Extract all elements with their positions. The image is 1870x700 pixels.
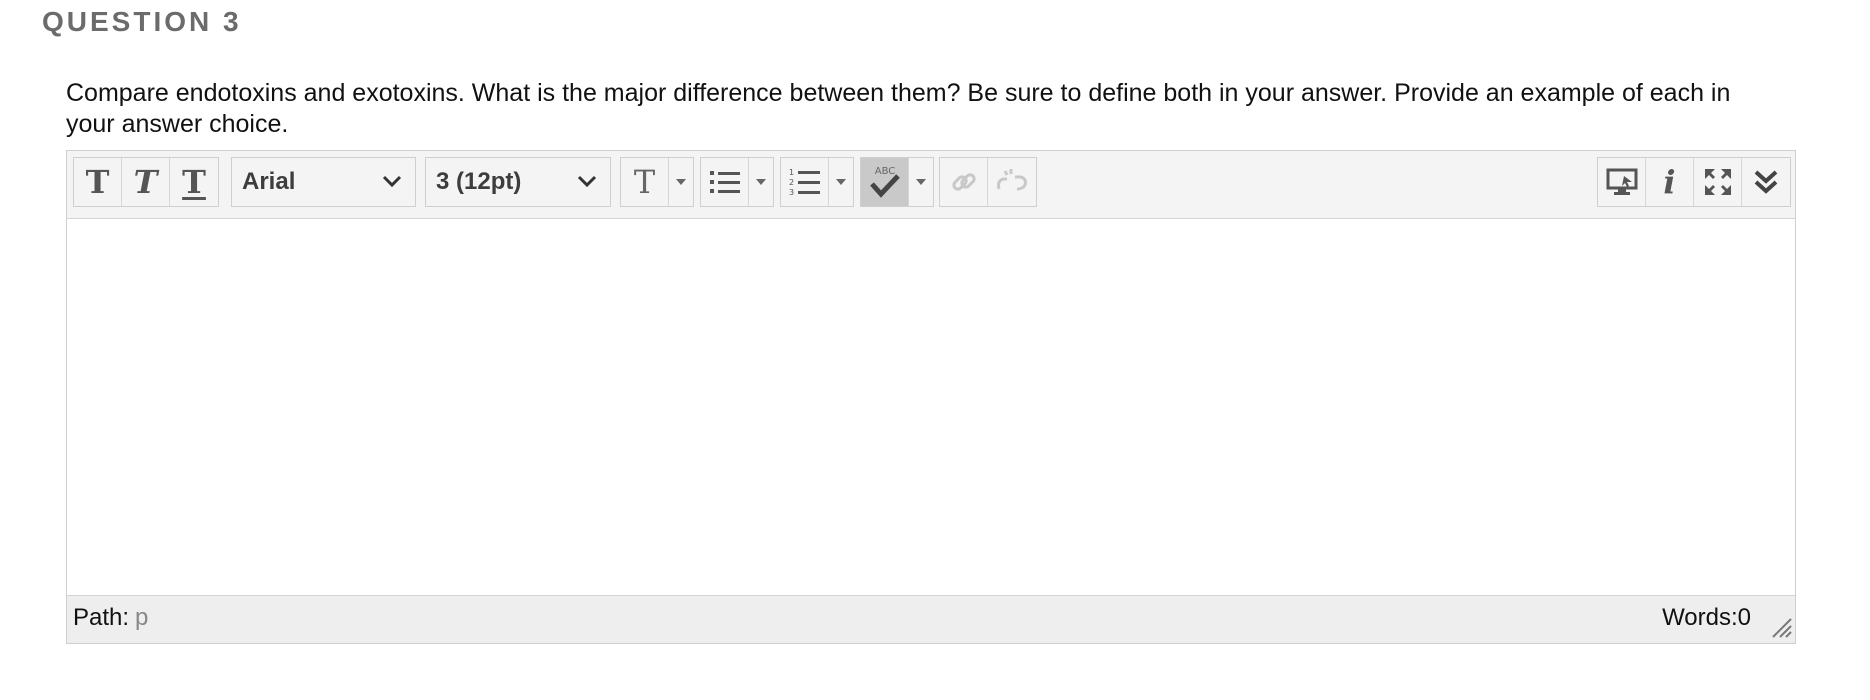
- path-label: Path:: [73, 604, 130, 631]
- italic-button[interactable]: T: [122, 158, 170, 206]
- info-button[interactable]: i: [1646, 158, 1694, 206]
- question-prompt: Compare endotoxins and exotoxins. What i…: [66, 79, 1731, 138]
- text-color-button[interactable]: T: [621, 158, 669, 206]
- path-element-p[interactable]: p: [135, 604, 148, 631]
- font-family-value: Arial: [242, 168, 296, 195]
- unlink-button[interactable]: [988, 158, 1036, 206]
- text-color-dropdown[interactable]: [669, 158, 693, 206]
- font-size-value: 3 (12pt): [436, 168, 522, 195]
- numbered-list-button[interactable]: 1 2 3: [781, 158, 829, 206]
- font-family-select[interactable]: Arial: [231, 157, 416, 207]
- rich-text-editor: T T T Arial 3 (12pt) T 1 2 3 ABC i Path:…: [66, 150, 1796, 644]
- bold-button[interactable]: T: [74, 158, 122, 206]
- editor-content-area[interactable]: [67, 219, 1795, 597]
- numbered-list-group: 1 2 3: [780, 157, 854, 207]
- underline-button[interactable]: T: [170, 158, 218, 206]
- spellcheck-dropdown[interactable]: [909, 158, 933, 206]
- text-color-group: T: [620, 157, 694, 207]
- preview-button[interactable]: [1598, 158, 1646, 206]
- numbered-list-dropdown[interactable]: [829, 158, 853, 206]
- editor-toolbar: T T T Arial 3 (12pt) T 1 2 3 ABC i: [67, 151, 1795, 219]
- caret-down-icon: [676, 179, 686, 185]
- bullet-list-dropdown[interactable]: [749, 158, 773, 206]
- svg-text:3: 3: [789, 188, 794, 197]
- resize-grip-icon[interactable]: [1769, 615, 1793, 639]
- svg-text:1: 1: [789, 168, 794, 177]
- question-header: QUESTION 3: [42, 6, 242, 37]
- double-chevron-down-icon: [1754, 170, 1778, 194]
- svg-text:2: 2: [789, 178, 794, 187]
- preview-icon: [1606, 168, 1637, 195]
- insert-link-button[interactable]: [940, 158, 988, 206]
- path-indicator: Path: p: [73, 604, 148, 632]
- fullscreen-icon: [1704, 169, 1731, 195]
- fullscreen-button[interactable]: [1694, 158, 1742, 206]
- italic-icon: T: [133, 163, 158, 201]
- info-icon: i: [1663, 163, 1676, 201]
- page: QUESTION 3 Compare endotoxins and exotox…: [0, 0, 1870, 700]
- expand-toolbar-button[interactable]: [1742, 158, 1790, 206]
- editor-statusbar: Path: p Words:0: [67, 595, 1795, 643]
- chevron-down-icon: [577, 175, 597, 188]
- caret-down-icon: [756, 179, 766, 185]
- font-size-select[interactable]: 3 (12pt): [425, 157, 611, 207]
- numbered-list-icon: 1 2 3: [789, 168, 820, 197]
- bullet-list-icon: [709, 171, 740, 193]
- chevron-down-icon: [382, 175, 402, 188]
- bullet-list-button[interactable]: [701, 158, 749, 206]
- text-style-group: T T T: [73, 157, 219, 207]
- link-group: [939, 157, 1037, 207]
- bold-icon: T: [85, 163, 110, 201]
- spellcheck-button[interactable]: ABC: [861, 158, 909, 206]
- word-count: Words:0: [1662, 604, 1751, 631]
- link-icon: [951, 173, 976, 191]
- spellcheck-label: ABC: [874, 166, 895, 177]
- bullet-list-group: [700, 157, 774, 207]
- caret-down-icon: [836, 179, 846, 185]
- text-color-icon: T: [633, 163, 656, 201]
- spellcheck-icon: ABC: [869, 166, 900, 198]
- spellcheck-group: ABC: [860, 157, 934, 207]
- underline-icon: T: [182, 163, 206, 201]
- unlink-icon: [997, 169, 1027, 191]
- view-tools-group: i: [1597, 157, 1791, 207]
- caret-down-icon: [916, 179, 926, 185]
